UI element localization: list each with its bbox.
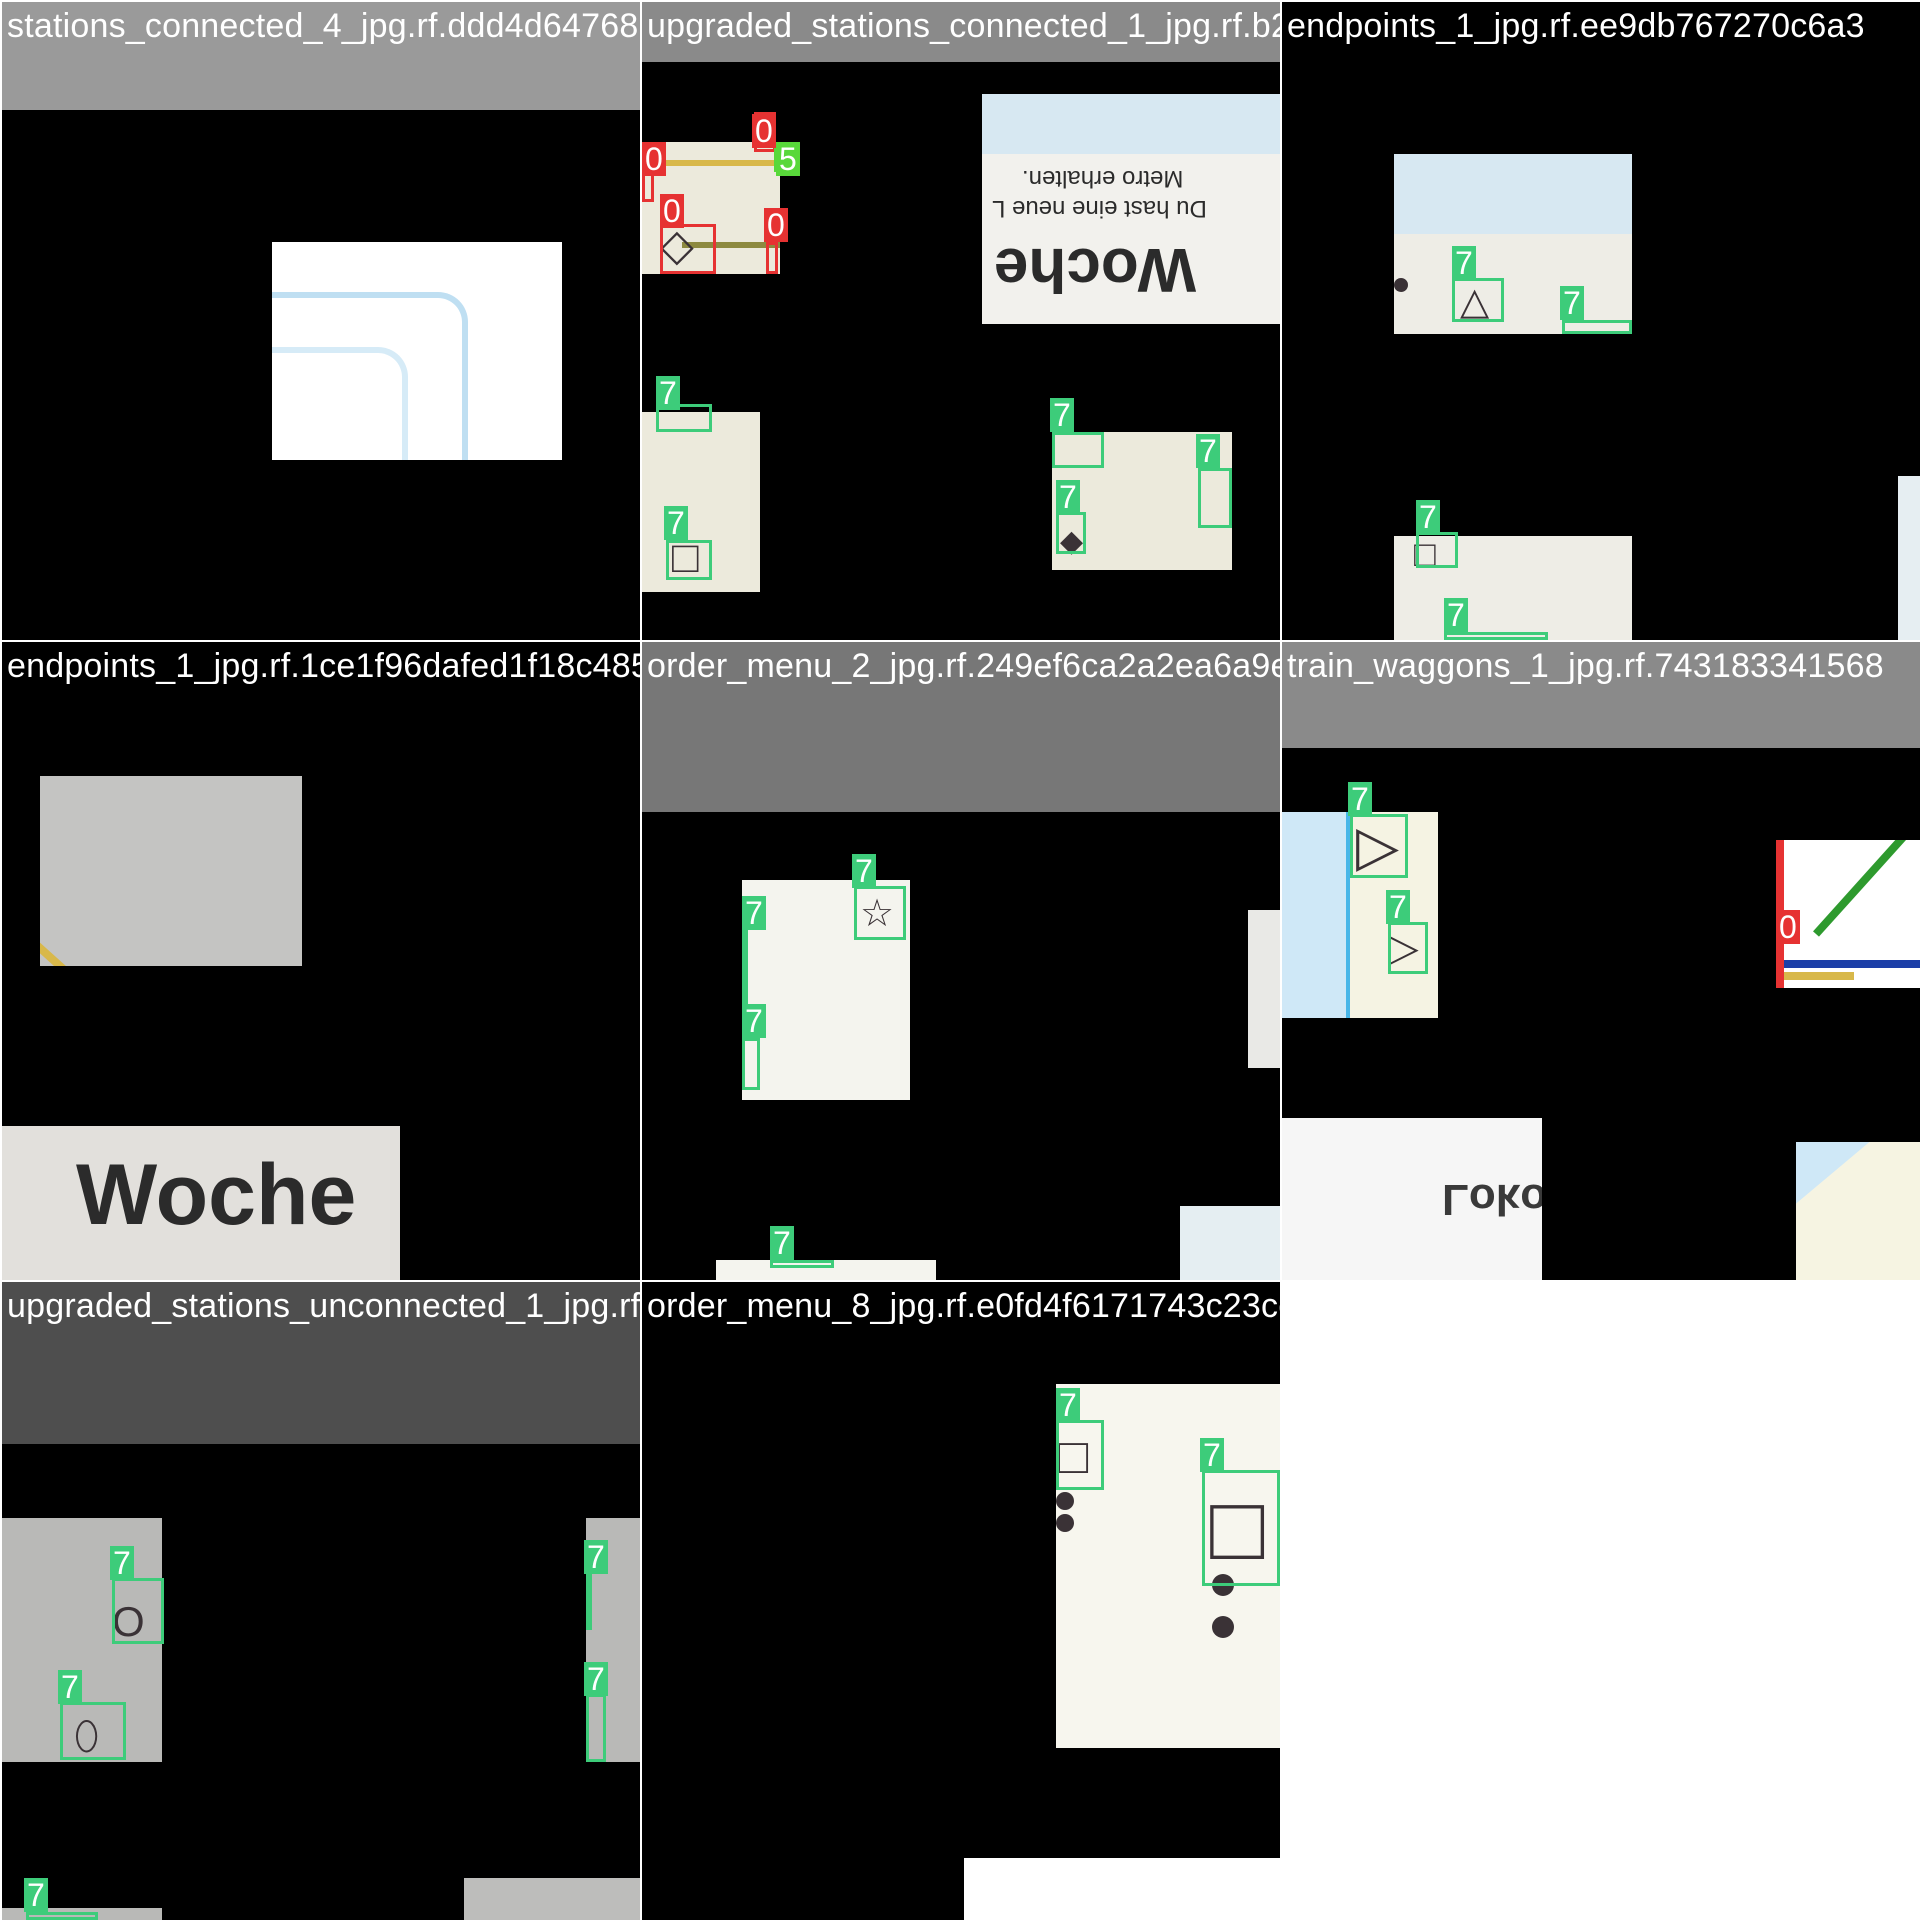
detection-label: 7 (1056, 480, 1080, 514)
detection-box (586, 1694, 606, 1762)
detection-label: 7 (110, 1546, 134, 1580)
tile-8: order_menu_8_jpg.rf.e0fd4f6171743c23ce □… (642, 1282, 1280, 1920)
map-line (1813, 840, 1913, 937)
detection-box (660, 224, 716, 274)
detection-label: 7 (852, 854, 876, 888)
detection-label: 7 (1386, 890, 1410, 924)
detection-box (854, 886, 906, 940)
detection-box (1444, 632, 1548, 640)
tile-1: stations_connected_4_jpg.rf.ddd4d64768b5 (2, 2, 640, 640)
detection-label: 0 (764, 208, 788, 242)
detection-label: 0 (660, 194, 684, 228)
detection-label: 7 (1200, 1438, 1224, 1472)
map-patch (1180, 1206, 1280, 1280)
detection-label: 7 (1050, 398, 1074, 432)
detection-label: 7 (584, 1540, 608, 1574)
map-line (1784, 960, 1920, 968)
tile-3: endpoints_1_jpg.rf.ee9db767270c6a3 △ 7 7… (1282, 2, 1920, 640)
detection-box (1198, 468, 1232, 528)
tile-title: upgraded_stations_unconnected_1_jpg.rf.e (7, 1287, 640, 1325)
map-patch (1248, 910, 1280, 1068)
detection-box (666, 540, 712, 580)
map-patch (964, 1858, 1280, 1920)
map-patch: △ (1394, 154, 1632, 334)
detection-label: 7 (742, 896, 766, 930)
map-line (40, 927, 90, 966)
tile-7: upgraded_stations_unconnected_1_jpg.rf.e… (2, 1282, 640, 1920)
detection-box (1056, 1420, 1104, 1490)
map-line (272, 347, 408, 460)
detection-box (766, 242, 778, 274)
detection-box (770, 1260, 834, 1268)
flipped-text: Metro erhalten. (1022, 165, 1184, 192)
detection-box (1416, 532, 1458, 568)
tile-4: endpoints_1_jpg.rf.1ce1f96dafed1f18c485f… (2, 642, 640, 1280)
detection-label: 5 (776, 142, 800, 176)
detection-label: 7 (656, 376, 680, 410)
detection-box (1562, 320, 1632, 334)
empty-tile (1282, 1282, 1920, 1920)
map-patch: Metro erhalten. Du hast eine neue L Woch… (982, 94, 1280, 324)
detection-label: 7 (664, 506, 688, 540)
detection-label: 7 (1452, 246, 1476, 280)
tile-6: train_waggons_1_jpg.rf.743183341568 ▷ ▷ … (1282, 642, 1920, 1280)
flipped-text: Woche (994, 235, 1197, 304)
tile-title: stations_connected_4_jpg.rf.ddd4d64768b5 (7, 7, 640, 45)
detection-label: 7 (1348, 782, 1372, 816)
detection-label: 7 (1056, 1388, 1080, 1422)
station-dot (1394, 278, 1408, 292)
detection-box (586, 1572, 592, 1630)
detection-label: 0 (752, 114, 776, 148)
tile-5: order_menu_2_jpg.rf.249ef6ca2a2ea6a9ea93… (642, 642, 1280, 1280)
detection-box (742, 1038, 760, 1090)
tile-title: upgraded_stations_connected_1_jpg.rf.b2c (647, 7, 1280, 45)
detection-box (1202, 1470, 1280, 1586)
detection-box (112, 1578, 164, 1644)
map-line (1282, 812, 1350, 1018)
detection-label: 0 (642, 142, 666, 176)
map-line (1796, 1142, 1920, 1212)
tile-title: endpoints_1_jpg.rf.ee9db767270c6a3 (1287, 7, 1865, 45)
tile-title: endpoints_1_jpg.rf.1ce1f96dafed1f18c485f (7, 647, 640, 685)
station-dot (1056, 1492, 1074, 1510)
detection-box (26, 1912, 98, 1920)
map-patch: Woche (2, 1126, 400, 1280)
tile-title: train_waggons_1_jpg.rf.743183341568 (1287, 647, 1884, 685)
station-dot (1212, 1616, 1234, 1638)
detection-label: 7 (24, 1878, 48, 1912)
tile-2: upgraded_stations_connected_1_jpg.rf.b2c… (642, 2, 1280, 640)
detection-label: 7 (584, 1662, 608, 1696)
woche-text: Woche (76, 1147, 357, 1243)
detection-label: 0 (1776, 910, 1800, 944)
map-patch (1898, 476, 1920, 640)
detection-box (1056, 512, 1086, 554)
map-line (982, 94, 1280, 154)
map-patch (464, 1878, 640, 1920)
tile-title: order_menu_8_jpg.rf.e0fd4f6171743c23ce (647, 1287, 1280, 1325)
detection-label: 7 (1196, 434, 1220, 468)
detection-box (1052, 432, 1104, 468)
detection-box (1350, 814, 1408, 878)
map-patch (1796, 1142, 1920, 1280)
station-dot (1056, 1514, 1074, 1532)
detection-label: 7 (1416, 500, 1440, 534)
detection-label: 7 (770, 1226, 794, 1260)
loko-text: Loko (1442, 1175, 1542, 1224)
flipped-text: Du hast eine neue L (992, 195, 1207, 222)
detection-box (1388, 922, 1428, 974)
map-line (1394, 154, 1632, 234)
detection-label: 7 (1560, 286, 1584, 320)
detection-box (1452, 278, 1504, 322)
detection-label: 7 (1444, 598, 1468, 632)
detection-box (742, 928, 748, 1012)
tile-title: order_menu_2_jpg.rf.249ef6ca2a2ea6a9ea93 (647, 647, 1280, 685)
map-patch (40, 776, 302, 966)
map-patch: Loko (1282, 1118, 1542, 1280)
map-patch (272, 242, 562, 460)
detection-label: 7 (742, 1004, 766, 1038)
detection-label: 7 (58, 1670, 82, 1704)
map-line (1784, 972, 1854, 980)
detection-box (60, 1702, 126, 1760)
